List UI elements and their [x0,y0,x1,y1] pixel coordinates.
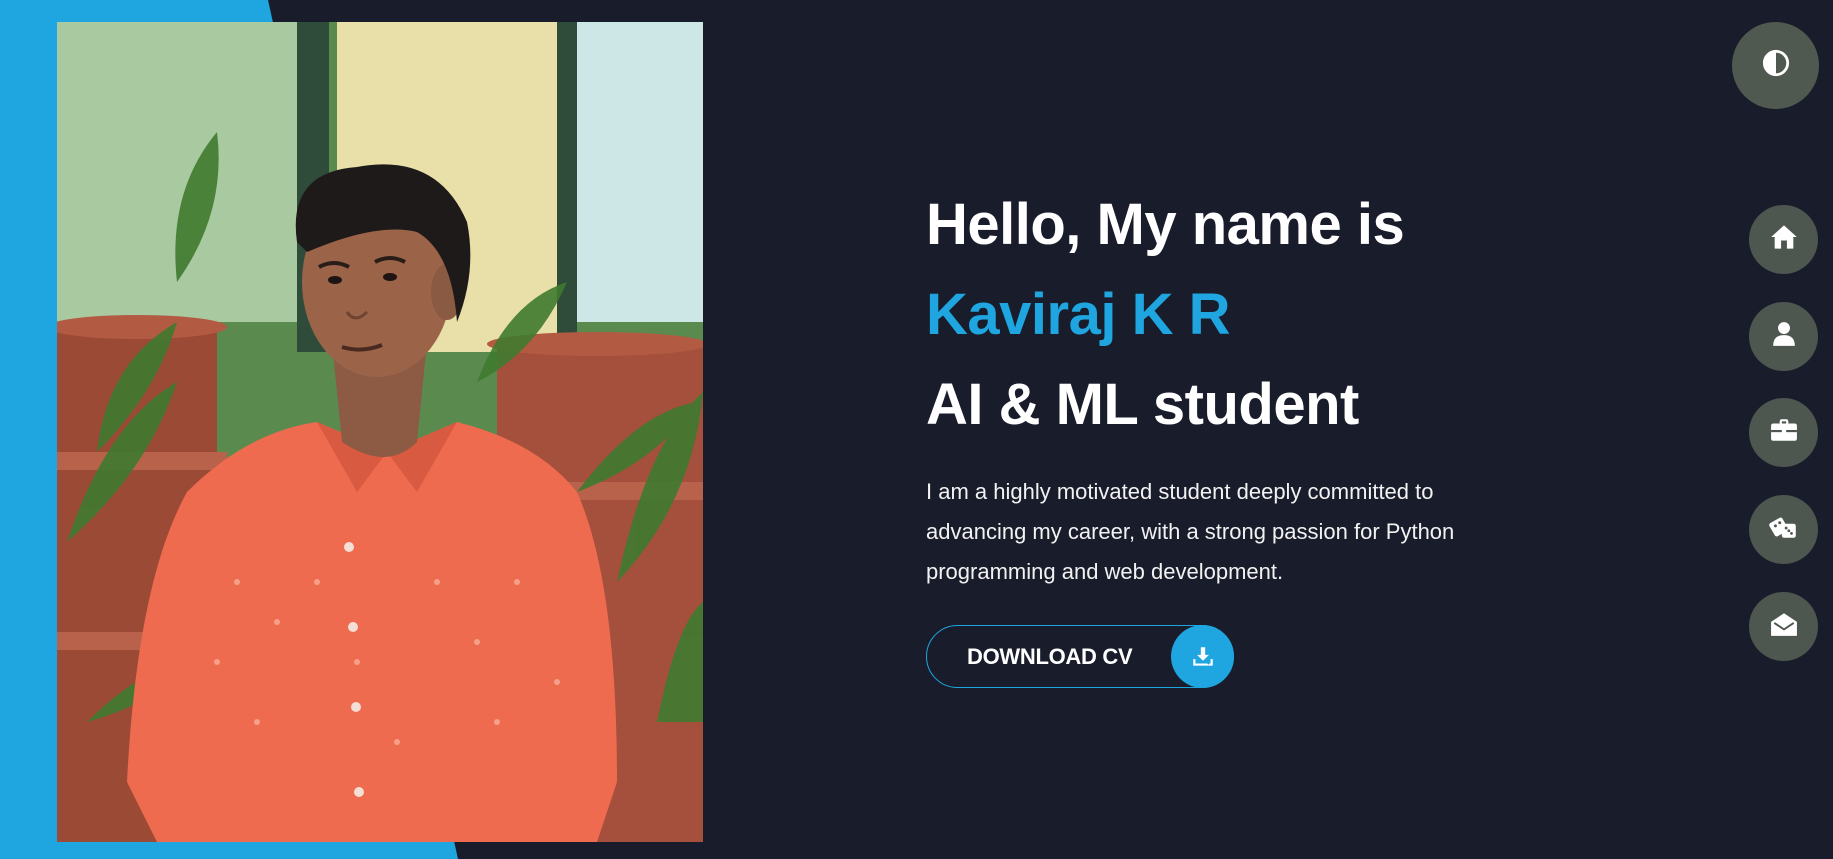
envelope-open-icon [1770,611,1798,642]
download-icon [1171,625,1234,688]
role-text: AI & ML student [926,372,1359,437]
hero-section: Hello, My name is Kaviraj K R AI & ML st… [926,180,1566,592]
nav-about-button[interactable] [1749,302,1818,371]
nav-contact-button[interactable] [1749,592,1818,661]
dice-icon [1768,513,1799,546]
contrast-icon [1762,49,1790,82]
nav-skills-button[interactable] [1749,495,1818,564]
download-cv-label: DOWNLOAD CV [967,643,1133,669]
nav-portfolio-button[interactable] [1749,398,1818,467]
page: Hello, My name is Kaviraj K R AI & ML st… [0,0,1833,859]
theme-toggle-button[interactable] [1732,22,1819,109]
download-cv-button[interactable]: DOWNLOAD CV [926,625,1234,688]
briefcase-icon [1770,418,1798,447]
home-icon [1770,224,1798,255]
hero-heading: Hello, My name is Kaviraj K R AI & ML st… [926,180,1566,450]
bio-text: I am a highly motivated student deeply c… [926,479,1455,584]
profile-photo [57,22,703,842]
name-text: Kaviraj K R [926,282,1230,347]
user-icon [1772,321,1796,352]
nav-home-button[interactable] [1749,205,1818,274]
greeting-text: Hello, My name is [926,192,1405,257]
